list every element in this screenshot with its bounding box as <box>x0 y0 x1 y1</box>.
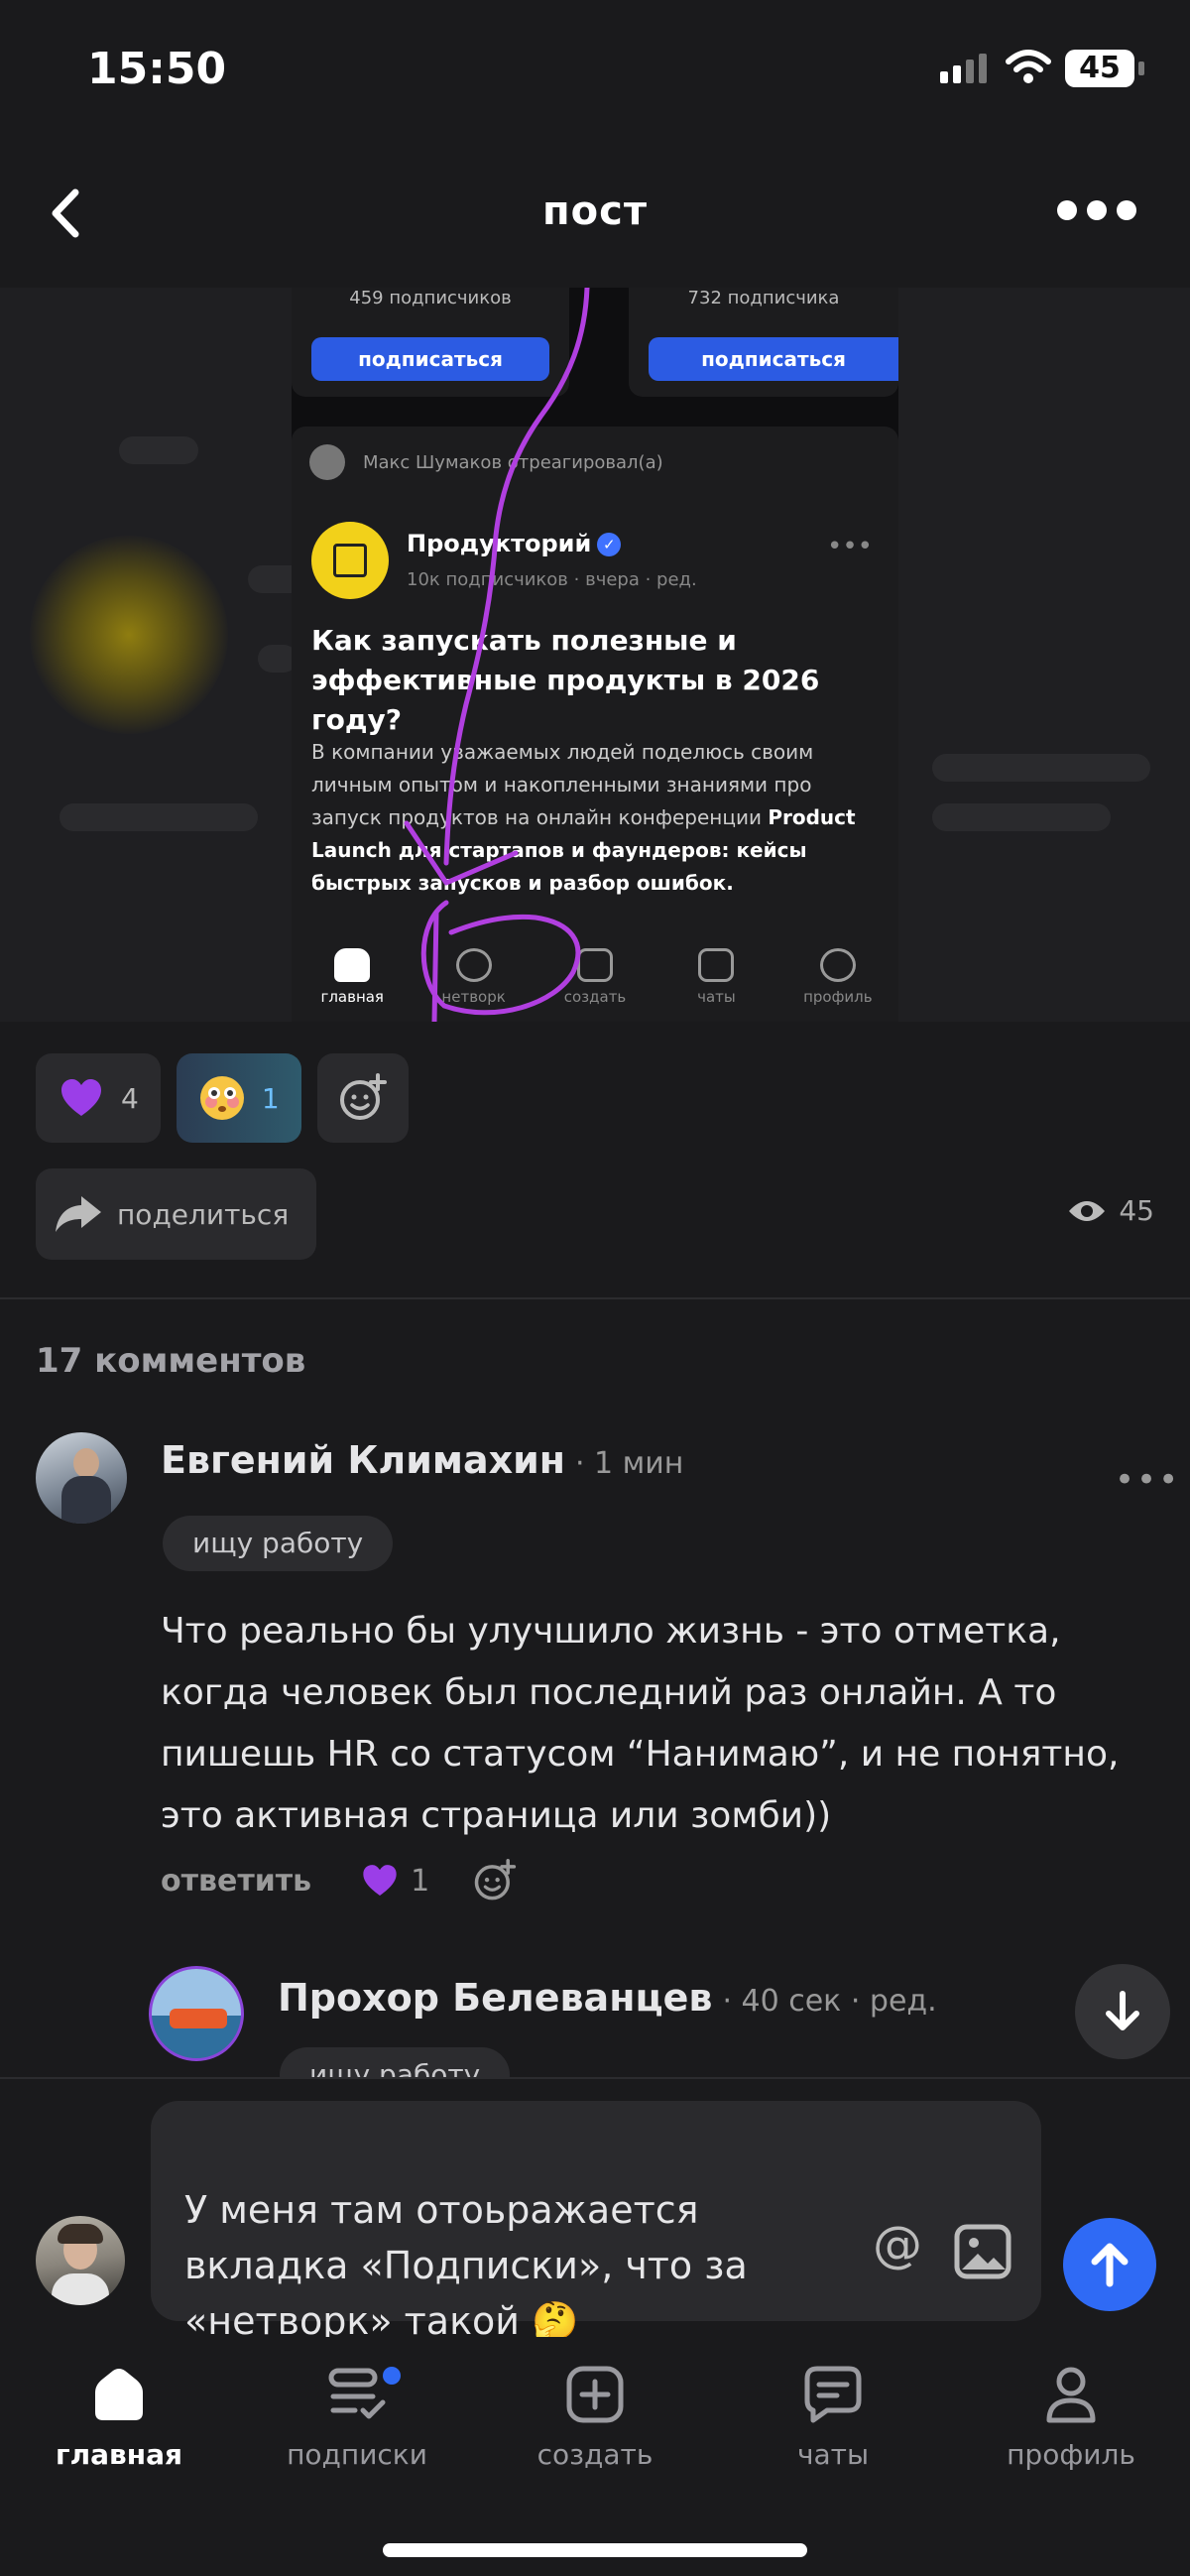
embedded-tab-home: главная <box>292 934 413 1022</box>
reply-button[interactable]: ответить <box>161 1864 311 1899</box>
comment-author-avatar[interactable] <box>36 1432 127 1524</box>
current-user-avatar <box>36 2216 125 2305</box>
tab-label: создать <box>536 2438 654 2471</box>
comment-input-text: У меня там отоьражается вкладка «Подписк… <box>184 2188 748 2343</box>
reactions-bar: 4 1 <box>36 1053 409 1143</box>
blurred-background-line <box>60 803 258 831</box>
chats-icon <box>804 2366 862 2423</box>
add-emoji-icon <box>339 1073 387 1120</box>
status-tag: ищу работу <box>163 1516 394 1571</box>
embedded-tab-create: создать <box>535 934 655 1022</box>
comment-like-count: 1 <box>411 1863 430 1899</box>
battery-tip <box>1138 61 1144 75</box>
embedded-subscribe-button: подписаться <box>649 337 898 381</box>
blurred-background-line <box>932 754 1150 782</box>
subscriptions-icon <box>328 2368 386 2419</box>
mention-icon[interactable]: @ <box>873 2216 922 2273</box>
send-button[interactable] <box>1063 2218 1156 2311</box>
tab-profile[interactable]: профиль <box>952 2347 1190 2471</box>
embedded-tab-chats: чаты <box>655 934 776 1022</box>
comment-text: Что реально бы улучшило жизнь - это отме… <box>161 1611 1120 1836</box>
tab-label: чаты <box>796 2438 870 2471</box>
more-options-button[interactable] <box>1057 200 1136 220</box>
create-icon <box>566 2366 624 2423</box>
comments-count: 17 комментов <box>36 1341 306 1381</box>
bottom-tabbar: главная подписки создать чаты профиль <box>0 2337 1190 2576</box>
reply-time: · 40 сек · ред. <box>722 1984 937 2019</box>
reaction-flushed-face[interactable]: 1 <box>176 1053 301 1143</box>
reply-author[interactable]: Прохор Белеванцев · 40 сек · ред. <box>278 1976 937 2020</box>
add-emoji-icon[interactable] <box>473 1859 517 1902</box>
views-count: 45 <box>1119 1194 1154 1227</box>
comment-like-button[interactable]: 1 <box>359 1861 429 1901</box>
embedded-author-logo <box>311 522 389 599</box>
scroll-down-button[interactable] <box>1075 1964 1170 2059</box>
tab-label: подписки <box>287 2438 427 2471</box>
views-counter: 45 <box>1067 1194 1154 1227</box>
profile-icon <box>1046 2367 1096 2423</box>
arrow-down-icon <box>1106 1991 1139 2030</box>
notification-dot <box>383 2367 401 2385</box>
comment-time: · 1 мин <box>574 1446 684 1481</box>
embedded-author: Продукторий ✓ <box>407 530 622 557</box>
comment-actions: ответить 1 <box>161 1859 517 1902</box>
embedded-post-text: В компании уважаемых людей поделюсь свои… <box>311 740 856 895</box>
blurred-background-line <box>119 436 198 464</box>
embedded-reacted-line: Макс Шумаков отреагировал(а) <box>363 452 663 473</box>
flushed-face-icon <box>199 1076 244 1120</box>
blurred-background-line <box>932 803 1111 831</box>
embedded-feed-card: Макс Шумаков отреагировал(а) Продукторий… <box>292 427 898 1022</box>
post-image[interactable]: 459 подписчиков подписаться 732 подписчи… <box>0 288 1190 1022</box>
wifi-icon <box>1006 50 1051 83</box>
divider <box>0 1297 1190 1299</box>
home-icon <box>95 2369 143 2420</box>
embedded-tabbar: главная нетворк создать чаты профиль <box>292 934 898 1022</box>
embedded-screenshot: 459 подписчиков подписаться 732 подписчи… <box>292 288 898 1022</box>
arrow-up-icon <box>1091 2243 1129 2287</box>
add-reaction-button[interactable] <box>316 1053 409 1143</box>
tab-create[interactable]: создать <box>476 2347 714 2471</box>
embedded-post-title: Как запускать полезные и эффективные про… <box>311 624 820 736</box>
verified-icon: ✓ <box>597 533 622 556</box>
reaction-purple-heart[interactable]: 4 <box>36 1053 161 1143</box>
blurred-background-logo <box>30 536 228 734</box>
purple-heart-icon <box>363 1865 397 1896</box>
comment-more-button[interactable]: ••• <box>1115 1460 1180 1500</box>
embedded-meta: 10к подписчиков · вчера · ред. <box>407 569 697 590</box>
embedded-tab-network: нетворк <box>413 934 534 1022</box>
embedded-tab-profile: профиль <box>777 934 898 1022</box>
purple-heart-icon <box>61 1079 101 1116</box>
embedded-profile-card: 732 подписчика подписаться <box>629 288 898 397</box>
share-arrow-icon <box>56 1196 101 1232</box>
status-time: 15:50 <box>87 44 227 94</box>
home-indicator <box>383 2543 807 2557</box>
tab-label: главная <box>56 2438 182 2471</box>
embedded-profile-card: 459 подписчиков подписаться <box>292 288 569 397</box>
embedded-subscribe-button: подписаться <box>311 337 549 381</box>
embedded-avatar <box>309 444 345 480</box>
comment-input[interactable]: У меня там отоьражается вкладка «Подписк… <box>151 2101 1041 2343</box>
embedded-subscriber-count: 459 подписчиков <box>349 288 512 308</box>
embedded-subscriber-count: 732 подписчика <box>687 288 840 308</box>
embedded-more-icon: ••• <box>826 532 873 561</box>
comment-composer: У меня там отоьражается вкладка «Подписк… <box>0 2077 1190 2343</box>
eye-icon <box>1069 1200 1106 1221</box>
reaction-count: 4 <box>121 1081 139 1115</box>
share-button[interactable]: поделиться <box>36 1168 317 1260</box>
nav-header: пост <box>0 169 1190 258</box>
tab-chats[interactable]: чаты <box>714 2347 952 2471</box>
signal-icon <box>940 54 987 83</box>
share-label: поделиться <box>117 1197 290 1231</box>
tab-subscriptions[interactable]: подписки <box>238 2347 476 2471</box>
reaction-count: 1 <box>261 1081 280 1115</box>
page-title: пост <box>541 188 648 234</box>
tab-label: профиль <box>1007 2438 1135 2471</box>
image-attach-icon[interactable] <box>954 2224 1012 2279</box>
tab-home[interactable]: главная <box>0 2347 238 2471</box>
battery-indicator: 45 <box>1065 50 1134 87</box>
comment-author[interactable]: Евгений Климахин · 1 мин <box>161 1438 683 1482</box>
status-bar: 15:50 45 <box>0 0 1190 139</box>
reply-author-avatar[interactable] <box>149 1966 244 2061</box>
